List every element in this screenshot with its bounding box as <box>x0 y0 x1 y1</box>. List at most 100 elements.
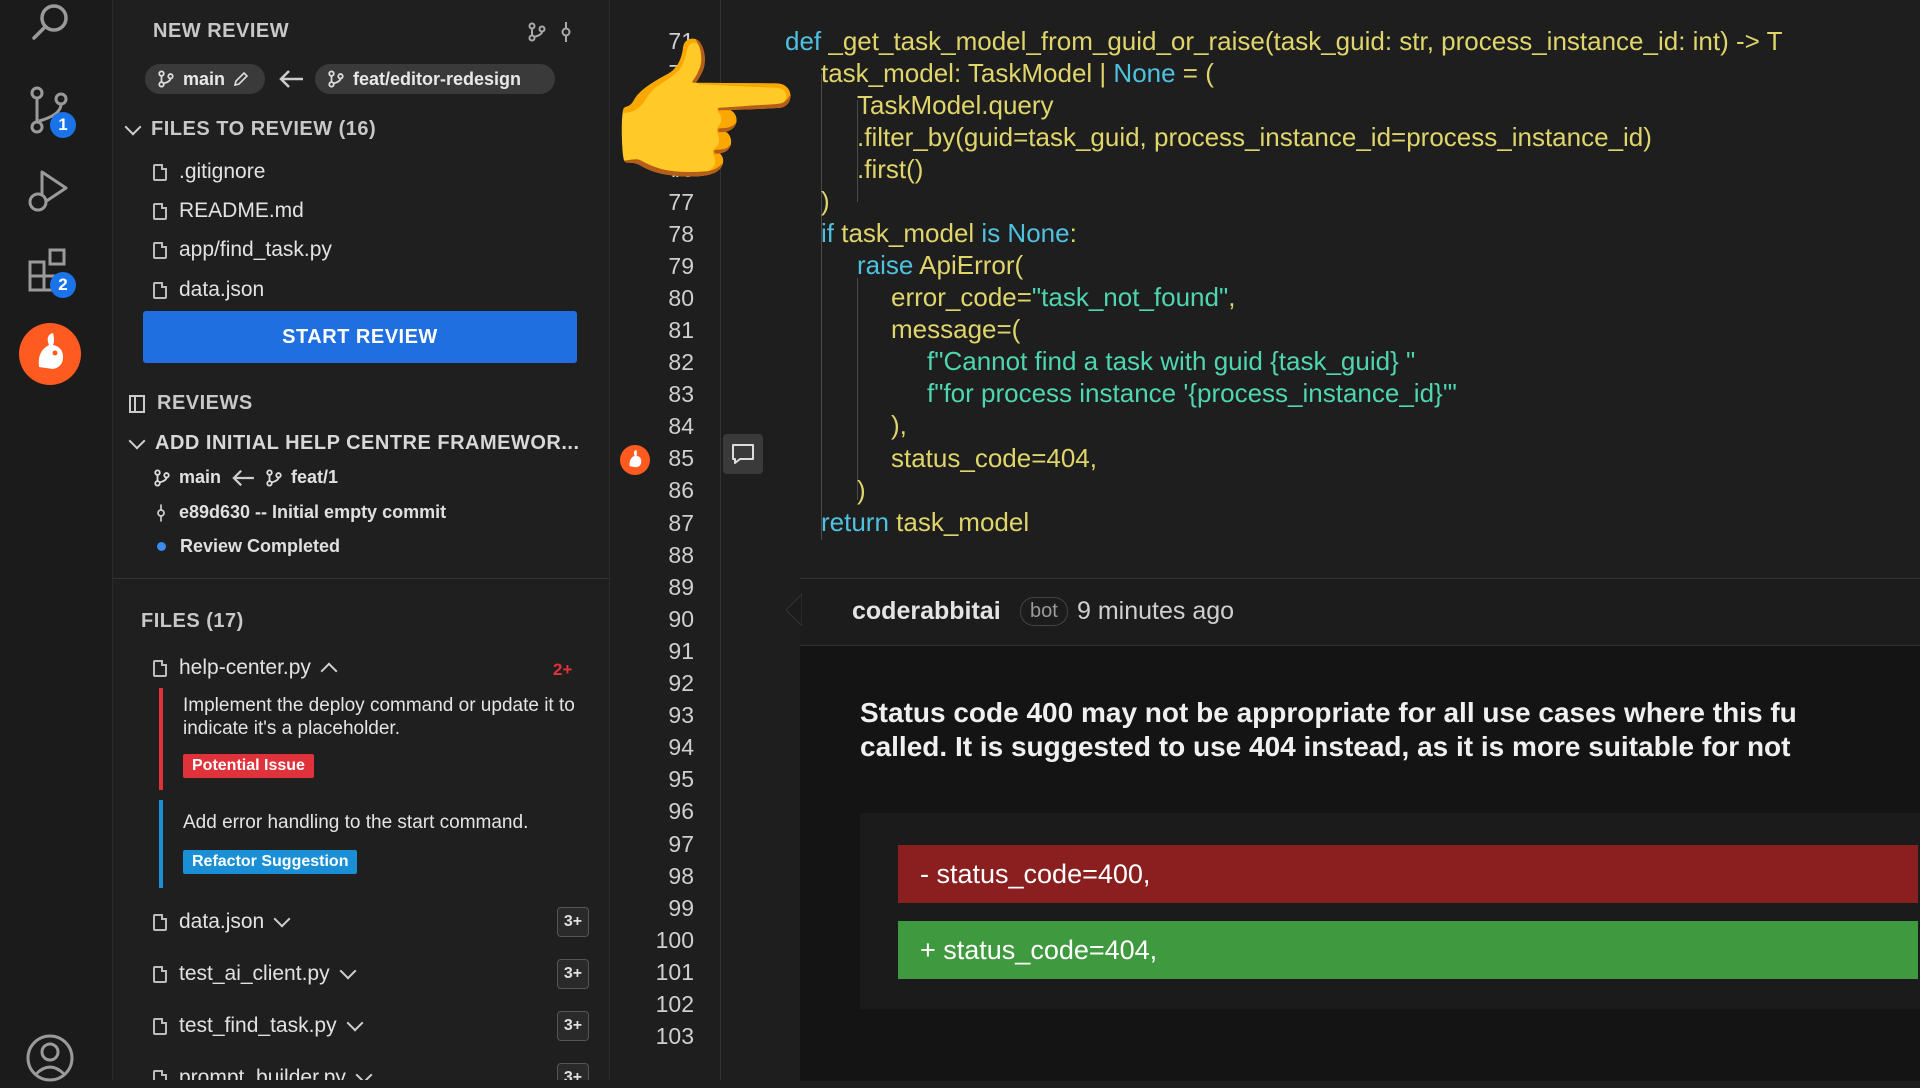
line-number: 95 <box>668 766 694 793</box>
chevron-down-icon <box>124 118 142 135</box>
arrow-left-icon <box>279 70 303 88</box>
account-icon[interactable] <box>20 1028 80 1088</box>
source-control-badge: 1 <box>50 112 76 138</box>
file-name: app/find_task.py <box>179 238 332 261</box>
add-comment-button[interactable] <box>723 434 763 474</box>
head-branch-label: feat/editor-redesign <box>353 68 522 89</box>
source-control-icon[interactable]: 1 <box>20 80 80 140</box>
activity-bar: 1 2 <box>0 0 113 1082</box>
review-file-item[interactable]: .gitignore <box>153 160 265 184</box>
line-number: 87 <box>668 509 694 536</box>
chevron-down-icon[interactable] <box>346 1014 364 1032</box>
review-file-item[interactable]: README.md <box>153 199 304 223</box>
file-comment-count: 3+ <box>557 1063 589 1080</box>
suggestion-bar <box>159 800 163 888</box>
chevron-down-icon[interactable] <box>355 1066 373 1080</box>
review-comment-text[interactable]: Add error handling to the start command. <box>183 812 603 834</box>
file-icon <box>153 1017 167 1035</box>
line-number: 102 <box>655 991 694 1017</box>
review-head-branch: feat/1 <box>291 467 339 487</box>
line-number: 92 <box>668 670 694 696</box>
file-name: test_ai_client.py <box>179 962 330 985</box>
code-line-77: if task_model is None: <box>821 218 1077 248</box>
start-review-button[interactable]: START REVIEW <box>143 311 577 363</box>
file-icon <box>153 1069 167 1080</box>
comment-author[interactable]: coderabbitai <box>852 597 1001 626</box>
code-line-76: ) <box>821 186 830 216</box>
line-number: 93 <box>668 702 694 729</box>
chevron-up-icon[interactable] <box>320 662 338 680</box>
review-comment-text[interactable]: Implement the deploy command or update i… <box>183 694 593 740</box>
code-line-74: .filter_by(guid=task_guid, process_insta… <box>857 122 1652 152</box>
reviews-header[interactable]: REVIEWS <box>129 392 253 415</box>
indent-guide <box>857 278 858 500</box>
review-item-header[interactable]: ADD INITIAL HELP CENTRE FRAMEWOR... <box>128 432 580 455</box>
code-line-73: TaskModel.query <box>857 90 1054 120</box>
line-number: 86 <box>668 477 694 504</box>
commit-icon <box>157 503 165 522</box>
coderabbit-comment-marker[interactable] <box>620 445 650 475</box>
reviews-icon <box>129 394 145 413</box>
bot-badge: bot <box>1020 597 1068 626</box>
run-debug-icon[interactable] <box>20 160 80 220</box>
line-number: 101 <box>655 958 694 985</box>
review-file-item[interactable]: data.json <box>153 278 264 302</box>
git-branch-icon <box>266 468 282 487</box>
file-item-test-find-task[interactable]: test_find_task.py <box>153 1014 364 1038</box>
reviews-label: REVIEWS <box>157 392 253 414</box>
file-comment-count: 3+ <box>557 907 589 937</box>
search-icon[interactable] <box>20 0 80 52</box>
status-dot <box>157 542 166 551</box>
line-number: 97 <box>668 830 694 857</box>
potential-issue-tag: Potential Issue <box>183 754 314 778</box>
file-item-help-center[interactable]: help-center.py <box>153 656 338 680</box>
line-number: 99 <box>668 894 694 921</box>
commit-icon[interactable] <box>559 22 573 42</box>
pointing-hand-emoji: 👉 <box>604 26 804 205</box>
chevron-down-icon[interactable] <box>273 910 291 928</box>
files-to-review-header[interactable]: FILES TO REVIEW (16) <box>124 118 376 141</box>
line-number: 82 <box>668 349 694 375</box>
branch-icon[interactable] <box>527 22 547 42</box>
file-item-prompt-builder[interactable]: prompt_builder.py <box>153 1066 373 1080</box>
comment-pointer <box>786 594 802 626</box>
code-line-79: error_code="task_not_found", <box>891 282 1236 312</box>
file-icon <box>153 163 167 181</box>
chevron-down-icon <box>128 432 146 449</box>
code-line-82: f"for process instance '{process_instanc… <box>927 378 1457 408</box>
file-icon <box>153 202 167 220</box>
comment-icon <box>732 444 754 464</box>
divider <box>113 578 609 579</box>
coderabbit-icon[interactable] <box>19 323 81 385</box>
base-branch-label: main <box>183 68 226 89</box>
line-number: 85 <box>668 445 694 472</box>
commit-label: e89d630 -- Initial empty commit <box>179 502 447 522</box>
arrow-left-icon <box>232 469 254 486</box>
line-number: 91 <box>668 637 694 664</box>
review-file-item[interactable]: app/find_task.py <box>153 238 332 262</box>
review-commit[interactable]: e89d630 -- Initial empty commit <box>155 502 446 523</box>
file-item-test-ai-client[interactable]: test_ai_client.py <box>153 962 357 986</box>
line-number: 83 <box>668 381 694 408</box>
file-name: data.json <box>179 910 265 933</box>
file-comment-count: 3+ <box>557 1011 589 1041</box>
head-branch-pill[interactable]: feat/editor-redesign <box>315 64 555 94</box>
base-branch-pill[interactable]: main <box>145 64 265 94</box>
chevron-down-icon[interactable] <box>339 962 357 980</box>
file-item-data-json[interactable]: data.json <box>153 910 291 934</box>
diff-added-line: + status_code=404, <box>898 921 1918 979</box>
line-number: 94 <box>668 734 694 761</box>
file-name: test_find_task.py <box>179 1014 337 1037</box>
line-number: 88 <box>668 541 694 568</box>
file-name: data.json <box>179 278 265 301</box>
file-comment-count: 2+ <box>553 660 573 679</box>
file-comment-count: 3+ <box>557 959 589 989</box>
refactor-suggestion-tag: Refactor Suggestion <box>183 850 358 874</box>
file-icon <box>153 241 167 259</box>
code-line-75: .first() <box>857 154 924 184</box>
extensions-icon[interactable]: 2 <box>20 240 80 300</box>
review-base-branch: main <box>179 467 222 487</box>
git-branch-icon <box>158 70 174 88</box>
pencil-icon[interactable] <box>233 71 249 87</box>
code-line-72: task_model: TaskModel | None = ( <box>821 58 1214 88</box>
